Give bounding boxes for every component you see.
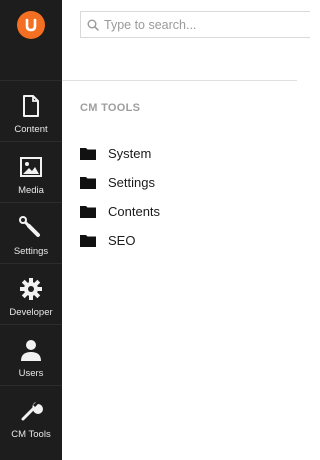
tree-item-label: System [108, 146, 152, 161]
sidebar-item-content[interactable]: Content [0, 80, 62, 141]
folder-icon [80, 234, 96, 248]
sidebar-item-label: Users [18, 368, 44, 379]
tree-item-label: Contents [108, 204, 161, 219]
tools-icon [19, 399, 43, 423]
tree-item-contents[interactable]: Contents [80, 197, 160, 226]
section-title: CM TOOLS [80, 102, 141, 114]
sidebar-item-developer[interactable]: Developer [0, 263, 62, 324]
main-panel: CM TOOLS System Settings Contents SEO [62, 0, 310, 460]
sidebar-item-settings[interactable]: Settings [0, 202, 62, 263]
sidebar-item-label: Settings [13, 246, 49, 257]
search-box[interactable] [80, 11, 310, 38]
sidebar-item-label: Developer [9, 307, 53, 318]
sidebar-item-label: Content [14, 124, 48, 135]
sidebar-item-label: CM Tools [11, 429, 51, 440]
image-icon [19, 155, 43, 179]
search-icon [84, 16, 102, 34]
umbraco-logo-icon[interactable] [17, 11, 45, 39]
tree: System Settings Contents SEO [80, 139, 160, 255]
logo-area [0, 0, 62, 80]
folder-icon [80, 176, 96, 190]
header [62, 0, 310, 81]
tree-item-settings[interactable]: Settings [80, 168, 160, 197]
sidebar-item-users[interactable]: Users [0, 324, 62, 385]
wrench-icon [19, 216, 43, 240]
tree-item-label: SEO [108, 233, 136, 248]
user-icon [19, 338, 43, 362]
sidebar-item-label: Media [18, 185, 44, 196]
tree-item-system[interactable]: System [80, 139, 160, 168]
tree-item-seo[interactable]: SEO [80, 226, 160, 255]
sidebar-item-cm-tools[interactable]: CM Tools [0, 385, 62, 446]
tree-item-label: Settings [108, 175, 155, 190]
document-icon [19, 94, 43, 118]
folder-icon [80, 205, 96, 219]
folder-icon [80, 147, 96, 161]
gear-icon [19, 277, 43, 301]
sidebar-item-media[interactable]: Media [0, 141, 62, 202]
search-input[interactable] [104, 17, 294, 32]
sidebar: Content Media Settings Developer Users C… [0, 0, 62, 460]
